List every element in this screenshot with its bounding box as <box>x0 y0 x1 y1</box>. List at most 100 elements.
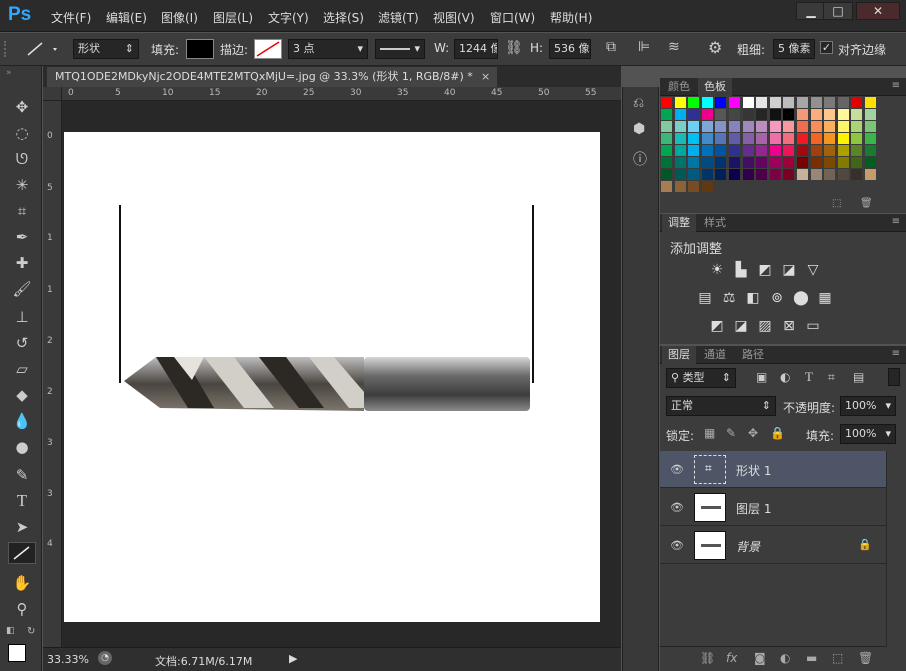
collapse-icon[interactable]: » <box>6 68 12 78</box>
lock-position-icon[interactable]: ✥ <box>748 426 758 440</box>
crop-tool-icon[interactable]: ⌗ <box>8 200 36 222</box>
zoom-level[interactable]: 33.33% <box>47 653 89 666</box>
panel-menu-icon[interactable]: ≡ <box>892 216 900 227</box>
color-swatch[interactable] <box>674 133 686 144</box>
color-swatch[interactable] <box>851 97 863 108</box>
new-swatch-icon[interactable]: ⬚ <box>832 198 841 209</box>
color-swatch[interactable] <box>756 169 768 180</box>
move-tool-icon[interactable]: ✥ <box>8 96 36 118</box>
color-swatch[interactable] <box>756 97 768 108</box>
color-swatch[interactable] <box>797 121 808 132</box>
panel-menu-icon[interactable]: ≡ <box>892 348 900 359</box>
color-swatch[interactable] <box>783 145 795 156</box>
color-swatch[interactable] <box>688 97 700 108</box>
tab-layers[interactable]: 图层 <box>662 346 696 364</box>
color-swatch[interactable] <box>742 157 754 168</box>
path-arrangement-icon[interactable]: ≋ <box>668 39 680 55</box>
color-swatch[interactable] <box>661 97 672 108</box>
menu-filter[interactable]: 滤镜(T) <box>378 9 419 26</box>
color-swatch[interactable] <box>824 133 836 144</box>
close-button[interactable]: ✕ <box>856 2 900 20</box>
menu-select[interactable]: 选择(S) <box>323 9 364 26</box>
color-swatch[interactable] <box>674 145 686 156</box>
color-swatch[interactable] <box>742 109 754 120</box>
color-swatch[interactable] <box>783 157 795 168</box>
color-swatch[interactable] <box>742 145 754 156</box>
color-swatch[interactable] <box>810 121 822 132</box>
stroke-width-field[interactable]: 3 点 ▾ <box>288 39 368 59</box>
selective-color-icon[interactable]: ⊠ <box>780 318 798 334</box>
color-swatch[interactable] <box>783 109 795 120</box>
color-swatch[interactable] <box>865 109 876 120</box>
color-swatch[interactable] <box>837 145 849 156</box>
eyedropper-icon[interactable]: ✒ <box>8 226 36 248</box>
info-panel-icon[interactable]: ⓘ <box>633 149 647 169</box>
color-swatch[interactable] <box>742 97 754 108</box>
layers-scrollbar[interactable] <box>886 451 906 647</box>
healing-brush-icon[interactable]: ✚ <box>8 252 36 274</box>
minimize-button[interactable]: ▁ <box>796 2 826 20</box>
color-swatch[interactable] <box>742 133 754 144</box>
color-swatch[interactable] <box>865 169 876 180</box>
color-swatch[interactable] <box>661 133 672 144</box>
color-swatch[interactable] <box>688 145 700 156</box>
path-alignment-icon[interactable]: ⊫ <box>638 39 650 55</box>
color-swatch[interactable] <box>851 109 863 120</box>
color-swatch[interactable] <box>674 97 686 108</box>
lock-all-icon[interactable]: 🔒 <box>770 426 785 440</box>
color-swatch[interactable] <box>797 97 808 108</box>
tool-mode-select[interactable]: 形状 ⇕ <box>73 39 139 59</box>
color-swatch[interactable] <box>661 169 672 180</box>
color-swatch[interactable] <box>837 97 849 108</box>
color-swatch[interactable] <box>661 145 672 156</box>
color-swatch[interactable] <box>797 157 808 168</box>
document-canvas[interactable] <box>64 132 600 622</box>
visibility-eye-icon[interactable]: 👁 <box>670 463 684 476</box>
photo-filter-icon[interactable]: ⊚ <box>768 290 786 306</box>
color-swatch[interactable] <box>865 121 876 132</box>
brush-tool-icon[interactable]: 🖌 <box>8 278 36 300</box>
invert-icon[interactable]: ◩ <box>708 318 726 334</box>
link-layers-icon[interactable]: ⛓ <box>700 651 715 665</box>
color-swatch[interactable] <box>769 133 781 144</box>
exposure-icon[interactable]: ◪ <box>780 262 798 278</box>
color-swatch[interactable] <box>824 157 836 168</box>
color-swatch[interactable] <box>783 133 795 144</box>
layer-row[interactable]: 👁 图层 1 <box>660 489 886 526</box>
color-swatch[interactable] <box>756 109 768 120</box>
color-swatch[interactable] <box>837 157 849 168</box>
status-menu-arrow-icon[interactable]: ▶ <box>289 652 297 665</box>
color-swatch[interactable] <box>742 121 754 132</box>
color-swatch[interactable] <box>851 157 863 168</box>
color-swatch[interactable] <box>865 145 876 156</box>
color-swatch[interactable] <box>674 169 686 180</box>
channel-mixer-icon[interactable]: ⬤ <box>792 290 810 306</box>
color-swatch[interactable] <box>661 109 672 120</box>
color-swatch[interactable] <box>701 169 713 180</box>
color-swatch[interactable] <box>797 169 808 180</box>
color-swatch[interactable] <box>824 109 836 120</box>
layer-name[interactable]: 形状 1 <box>736 462 771 479</box>
color-swatch[interactable] <box>797 109 808 120</box>
color-swatch[interactable] <box>729 169 740 180</box>
filter-toggle[interactable] <box>888 368 900 386</box>
gear-icon[interactable]: ⚙ <box>708 38 722 57</box>
menu-type[interactable]: 文字(Y) <box>268 9 309 26</box>
panel-menu-icon[interactable]: ≡ <box>892 80 900 91</box>
tool-preset-picker[interactable] <box>16 37 64 61</box>
color-swatch[interactable] <box>837 133 849 144</box>
color-swatch[interactable] <box>865 157 876 168</box>
color-swatch[interactable] <box>715 169 727 180</box>
color-swatch[interactable] <box>674 109 686 120</box>
hue-saturation-icon[interactable]: ▤ <box>696 290 714 306</box>
color-swatch[interactable] <box>837 121 849 132</box>
color-swatch[interactable] <box>729 145 740 156</box>
color-swatch[interactable] <box>810 145 822 156</box>
color-swatch[interactable] <box>715 121 727 132</box>
default-colors-icon[interactable]: ◧ <box>6 626 15 636</box>
layer-name[interactable]: 图层 1 <box>736 500 771 517</box>
fill-opacity-field[interactable]: 100% ▾ <box>840 424 896 444</box>
marquee-tool-icon[interactable]: ◌ <box>8 122 36 144</box>
layer-row[interactable]: 👁 背景 🔒 <box>660 527 886 564</box>
lock-pixels-icon[interactable]: ✎ <box>726 426 736 440</box>
